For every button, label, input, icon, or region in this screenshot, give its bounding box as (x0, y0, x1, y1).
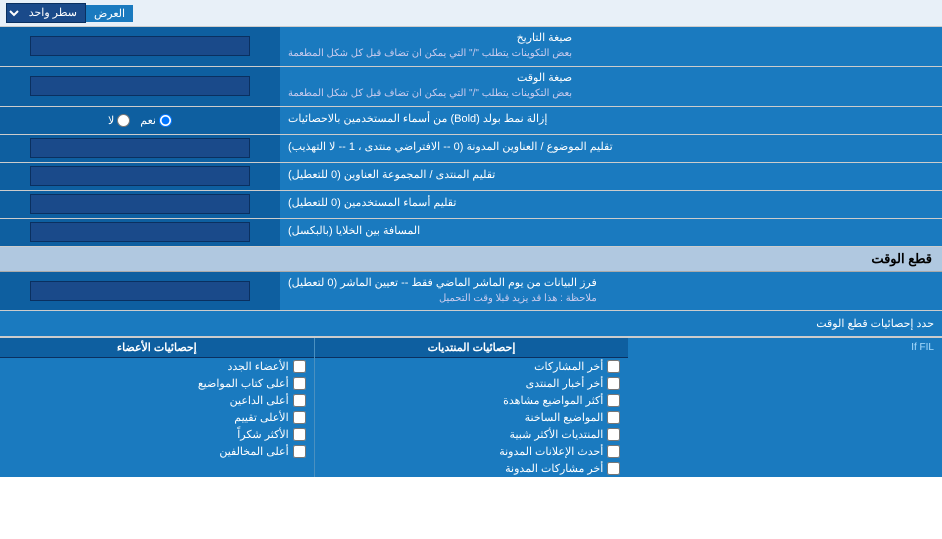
members-stat-checkbox-2[interactable] (293, 394, 306, 407)
trim-usernames-input[interactable]: 0 (30, 194, 250, 214)
forums-stat-item-1: أخر أخبار المنتدى (315, 375, 629, 392)
trim-forum-input-cell: 33 (0, 163, 280, 190)
bold-yes-label[interactable]: نعم (140, 114, 172, 127)
members-stat-item-5: أعلى المخالفين (0, 443, 314, 460)
trim-subject-label: تقليم الموضوع / العناوين المدونة (0 -- ا… (280, 135, 942, 162)
forums-stat-checkbox-5[interactable] (607, 445, 620, 458)
members-stat-checkbox-4[interactable] (293, 428, 306, 441)
forums-stat-checkbox-1[interactable] (607, 377, 620, 390)
members-stat-item-2: أعلى الداعين (0, 392, 314, 409)
trim-usernames-input-cell: 0 (0, 191, 280, 218)
empty-col: If FIL (628, 338, 942, 477)
time-format-label: صيغة الوقتبعض التكوينات يتطلب "/" التي ي… (280, 67, 942, 106)
date-format-input[interactable]: d-m (30, 36, 250, 56)
members-stat-checkbox-0[interactable] (293, 360, 306, 373)
cutoff-input-cell: 0 (0, 272, 280, 311)
bold-no-radio[interactable] (117, 114, 130, 127)
forums-stat-checkbox-3[interactable] (607, 411, 620, 424)
limit-section-row: حدد إحصائيات قطع الوقت (0, 311, 942, 337)
date-format-input-cell: d-m (0, 27, 280, 66)
cell-spacing-label: المسافة بين الخلايا (بالبكسل) (280, 219, 942, 246)
members-stat-item-3: الأعلى تقييم (0, 409, 314, 426)
cell-spacing-input-cell: 2 (0, 219, 280, 246)
trim-usernames-label: تقليم أسماء المستخدمين (0 للتعطيل) (280, 191, 942, 218)
forums-stat-checkbox-2[interactable] (607, 394, 620, 407)
members-stat-checkbox-5[interactable] (293, 445, 306, 458)
members-stat-item-4: الأكثر شكراً (0, 426, 314, 443)
forums-stat-item-4: المنتديات الأكثر شبية (315, 426, 629, 443)
trim-subject-input-cell: 33 (0, 135, 280, 162)
members-stat-item-1: أعلى كتاب المواضيع (0, 375, 314, 392)
date-format-label: صيغة التاريخبعض التكوينات يتطلب "/" التي… (280, 27, 942, 66)
trim-forum-input[interactable]: 33 (30, 166, 250, 186)
forums-stat-item-6: أخر مشاركات المدونة (315, 460, 629, 477)
bold-no-label[interactable]: لا (108, 114, 130, 127)
members-stats-header: إحصائيات الأعضاء (0, 338, 314, 358)
members-stats-col: إحصائيات الأعضاء الأعضاء الجدد أعلى كتاب… (0, 338, 314, 477)
bold-remove-label: إزالة نمط بولد (Bold) من أسماء المستخدمي… (280, 107, 942, 134)
cutoff-input[interactable]: 0 (30, 281, 250, 301)
forums-stats-col: إحصائيات المنتديات أخر المشاركات أخر أخب… (314, 338, 629, 477)
display-label: العرض (86, 5, 133, 22)
forums-stat-checkbox-6[interactable] (607, 462, 620, 475)
checkboxes-grid: If FIL إحصائيات المنتديات أخر المشاركات … (0, 337, 942, 477)
bold-remove-radio-cell: نعم لا (0, 107, 280, 134)
display-select[interactable]: سطر واحد سطرين ثلاثة أسطر (6, 3, 86, 23)
forums-stat-checkbox-0[interactable] (607, 360, 620, 373)
trim-subject-input[interactable]: 33 (30, 138, 250, 158)
forums-stats-header: إحصائيات المنتديات (315, 338, 629, 358)
cutoff-section-header: قطع الوقت (0, 247, 942, 272)
members-stat-checkbox-3[interactable] (293, 411, 306, 424)
forums-stat-checkbox-4[interactable] (607, 428, 620, 441)
forums-stat-item-5: أحدث الإعلانات المدونة (315, 443, 629, 460)
bold-yes-radio[interactable] (159, 114, 172, 127)
forums-stat-item-2: أكثر المواضيع مشاهدة (315, 392, 629, 409)
members-stat-checkbox-1[interactable] (293, 377, 306, 390)
time-format-input[interactable]: H:i (30, 76, 250, 96)
limit-section-label: حدد إحصائيات قطع الوقت (0, 314, 942, 333)
forums-stat-item-0: أخر المشاركات (315, 358, 629, 375)
forums-stat-item-3: المواضيع الساخنة (315, 409, 629, 426)
cutoff-label: فرز البيانات من يوم الماشر الماضي فقط --… (280, 272, 942, 311)
time-format-input-cell: H:i (0, 67, 280, 106)
cell-spacing-input[interactable]: 2 (30, 222, 250, 242)
if-fil-text: If FIL (628, 338, 942, 357)
members-stat-item-0: الأعضاء الجدد (0, 358, 314, 375)
trim-forum-label: تقليم المنتدى / المجموعة العناوين (0 للت… (280, 163, 942, 190)
